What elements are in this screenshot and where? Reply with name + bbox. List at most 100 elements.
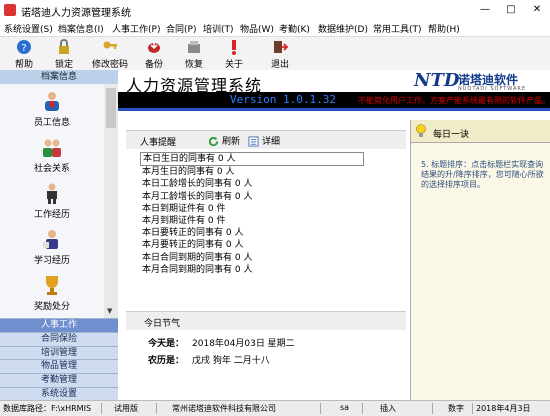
lightbulb-icon [416,124,426,137]
detail-button[interactable]: 详细 [248,134,280,147]
festival-title: 今日节气 [144,319,181,329]
menu-training[interactable]: 培训(T) [203,22,234,35]
category-attendance[interactable]: 考勤管理 [0,373,118,387]
sidebar-scrollbar[interactable]: ▼ [104,84,118,318]
restore-icon [188,41,200,53]
lock-icon [59,39,69,54]
lock-label: 锁定 [54,60,73,70]
category-system-settings[interactable]: 系统设置 [0,386,118,401]
help-button[interactable]: ? 帮助 [4,39,44,70]
menu-personnel[interactable]: 人事工作(P) [112,22,160,35]
status-separator [156,403,157,414]
today-value: 2018年04月03日 星期二 [192,339,295,349]
help-icon: ? [17,40,31,54]
menu-common-tools[interactable]: 常用工具(T) [373,22,422,35]
status-separator [101,403,102,414]
menu-help[interactable]: 帮助(H) [428,22,460,35]
help-label: 帮助 [14,60,33,70]
divider [118,108,550,111]
status-separator [432,403,433,414]
close-button[interactable]: ✕ [524,0,550,20]
list-item[interactable]: 本日生日的同事有 0 人 [140,152,364,167]
status-separator [320,403,321,414]
menu-attendance[interactable]: 考勤(K) [279,22,310,35]
list-item[interactable]: 本日工龄增长的同事有 0 人 [140,178,390,190]
restore-label: 恢复 [184,60,203,70]
status-separator [362,403,363,414]
list-item[interactable]: 本月合同到期的同事有 0 人 [140,264,390,276]
status-company: 常州诺塔迪软件科技有限公司 [172,404,276,413]
scrollbar-thumb[interactable] [106,88,116,128]
window-title: 诺塔迪人力资源管理系统 [21,8,131,19]
maximize-button[interactable]: □ [498,0,524,20]
sidebar-item-study-experience[interactable]: 学习经历 [0,228,104,266]
today-label: 今天是： [148,339,185,349]
status-mode: 试用版 [114,404,138,413]
employee-icon [45,92,59,111]
key-icon [103,41,117,49]
list-item[interactable]: 本月生日的同事有 0 人 [140,166,390,178]
status-numlock: 数字 [448,404,464,413]
list-item[interactable]: 本日合同到期的同事有 0 人 [140,252,390,264]
status-separator [472,403,473,414]
list-item[interactable]: 本月到期证件有 0 件 [140,215,390,227]
list-item[interactable]: 本日要转正的同事有 0 人 [140,227,390,239]
daily-tip-panel: 每日一诀 5. 标题排序：点击标题栏实现查询结果的升/降序排序，您可随心所欲的选… [410,120,550,400]
sidebar-header: 档案信息 [0,70,118,84]
backup-icon [148,41,160,53]
title-bar: 诺塔迪人力资源管理系统 — □ ✕ [0,0,550,21]
version-text: Version 1.0.1.32 [230,93,336,106]
menu-contract[interactable]: 合同(P) [166,22,196,35]
refresh-button[interactable]: 刷新 [208,134,240,147]
daily-tip-title: 每日一诀 [433,130,470,140]
lunar-label: 农历是： [148,356,185,366]
detail-icon [248,136,259,147]
menu-items[interactable]: 物品(W) [240,22,274,35]
study-experience-icon [43,230,58,249]
marquee-text: 不能简化用户工作，方案产能系统最有限的软件产品。 [358,96,550,105]
category-personnel[interactable]: 人事工作 [0,318,118,332]
lunar-value: 戊戌 狗年 二月十八 [192,356,270,366]
category-training[interactable]: 培训管理 [0,345,118,360]
restore-button[interactable]: 恢复 [174,39,214,70]
status-insert: 插入 [380,404,396,413]
scroll-down-icon[interactable]: ▼ [107,307,112,315]
menu-system-settings[interactable]: 系统设置(S) [4,22,53,35]
change-password-button[interactable]: 修改密码 [90,39,130,70]
toolbar: ? 帮助 锁定 修改密码 备份 恢复 关于 退出 [0,37,550,71]
about-button[interactable]: 关于 [214,39,254,70]
festival-header: 今日节气 [126,311,406,330]
category-list: 人事工作 合同保险 培训管理 物品管理 考勤管理 系统设置 [0,318,118,401]
sidebar-item-work-experience[interactable]: 工作经历 [0,182,104,220]
backup-label: 备份 [144,60,163,70]
trophy-icon [46,276,58,295]
sidebar: 档案信息 员工信息 社会关系 工作经历 学习经历 奖励处分 ▼ 人事工作 合同保… [0,70,119,401]
social-relations-icon [43,139,61,157]
status-user: sa [340,403,350,412]
list-item[interactable]: 本日到期证件有 0 件 [140,203,390,215]
list-item[interactable]: 本月要转正的同事有 0 人 [140,239,390,251]
reminders-header: 人事提醒 刷新 详细 [126,130,406,149]
about-icon [232,40,236,55]
exit-button[interactable]: 退出 [260,39,300,70]
change-password-label: 修改密码 [91,60,128,70]
reminders-list: 本日生日的同事有 0 人 本月生日的同事有 0 人 本日工龄增长的同事有 0 人… [140,152,390,276]
sidebar-item-awards[interactable]: 奖励处分 [0,274,104,312]
status-db-path: 数据库路径：F:\xHRMIS [3,404,92,413]
menu-data-maintenance[interactable]: 数据维护(D) [318,22,368,35]
status-bar: 数据库路径：F:\xHRMIS 试用版 常州诺塔迪软件科技有限公司 sa 插入 … [0,400,550,416]
category-items[interactable]: 物品管理 [0,359,118,374]
sidebar-item-social-relations[interactable]: 社会关系 [0,136,104,174]
logo-mark: NTD [414,70,460,91]
list-item[interactable]: 本月工龄增长的同事有 0 人 [140,191,390,203]
menu-archive-info[interactable]: 档案信息(I) [58,22,104,35]
category-contract-insurance[interactable]: 合同保险 [0,331,118,346]
lock-button[interactable]: 锁定 [44,39,84,70]
backup-button[interactable]: 备份 [134,39,174,70]
sidebar-item-employee[interactable]: 员工信息 [0,90,104,128]
app-icon [4,4,16,16]
lunar-row: 农历是： 戊戌 狗年 二月十八 [148,353,270,366]
daily-tip-header: 每日一诀 [411,120,550,143]
minimize-button[interactable]: — [472,0,498,20]
exit-icon [274,41,288,53]
